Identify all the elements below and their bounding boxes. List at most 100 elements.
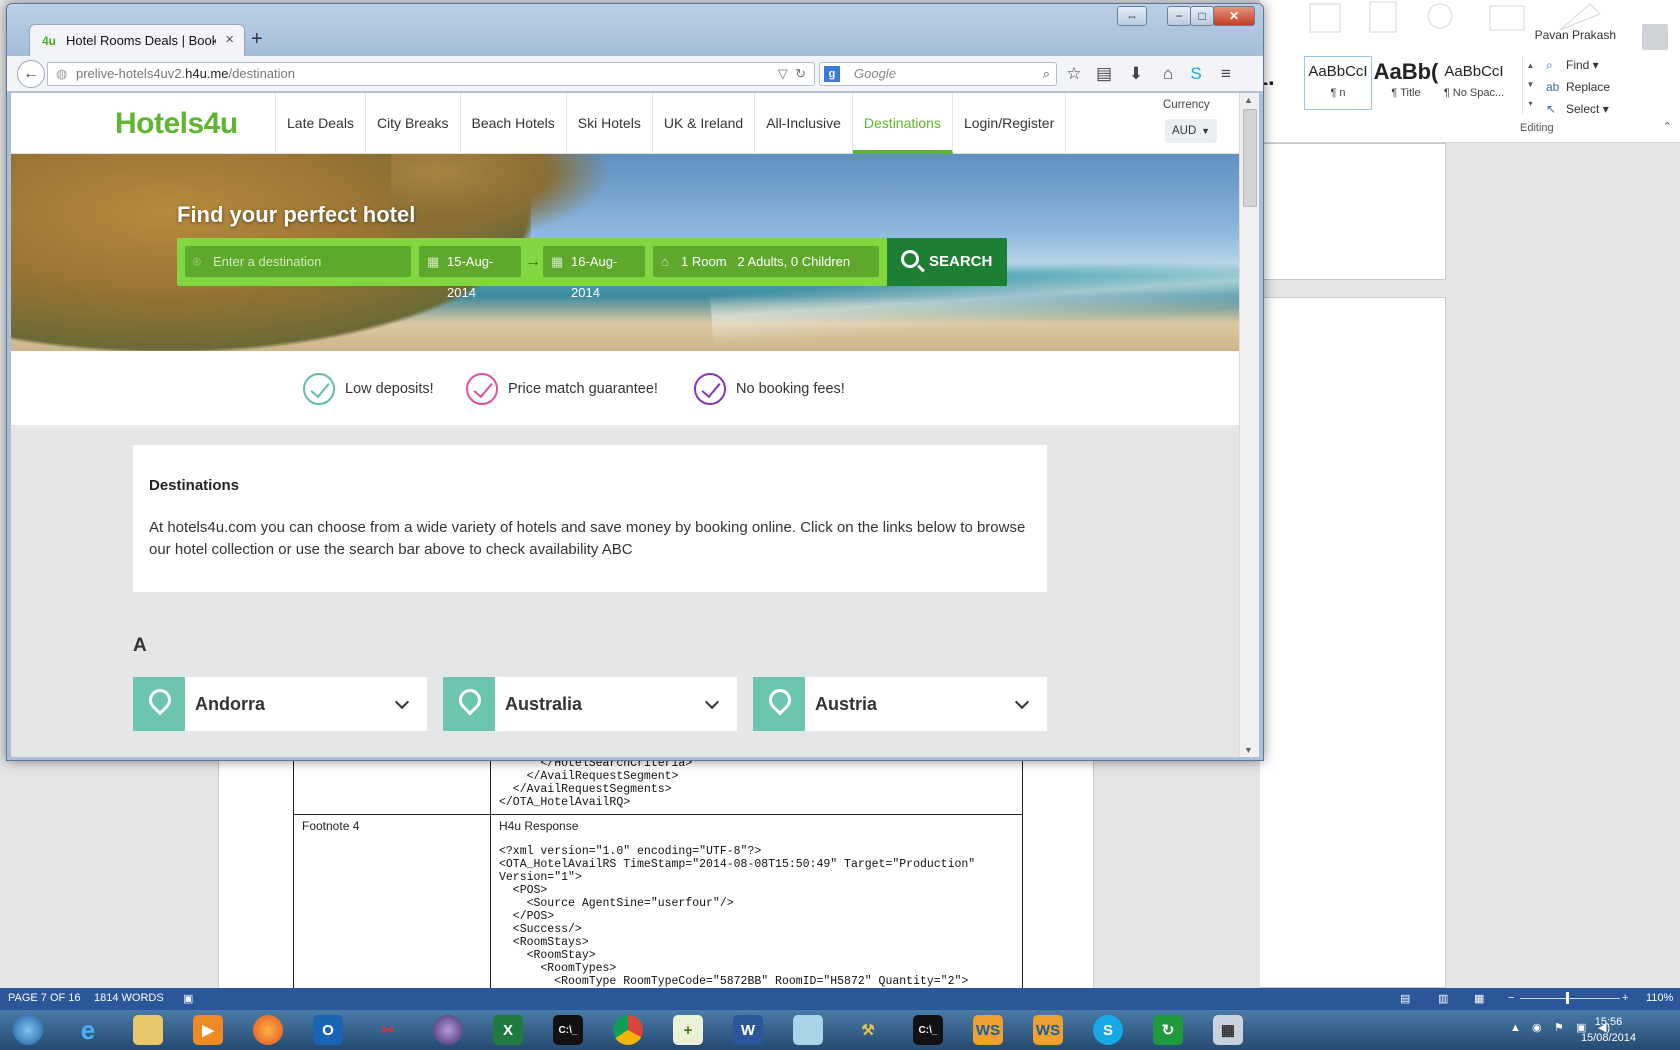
zoom-slider[interactable] [1520,998,1620,999]
binoculars-icon: ⌕ [1546,58,1553,72]
browser-tab[interactable]: 4u Hotel Rooms Deals | Book ... × [29,24,245,56]
taskbar-calculator[interactable]: ▦ [1200,1012,1256,1048]
taskbar-webstorm-1[interactable]: WS [960,1012,1016,1048]
nav-late-deals[interactable]: Late Deals [276,93,366,154]
maximize-button[interactable]: □ [1190,6,1214,26]
taskbar-outlook[interactable]: O [300,1012,356,1048]
bookmark-star-icon[interactable]: ☆ [1063,64,1085,86]
search-button[interactable]: SEARCH [887,238,1007,286]
zoom-level[interactable]: 110% [1646,992,1673,1004]
style-no-spacing[interactable]: AaBbCcI ¶ No Spac... [1440,56,1508,110]
taskbar-notepad-plus[interactable]: + [660,1012,716,1048]
read-mode-icon[interactable]: ▤ [1400,992,1410,1005]
select-button[interactable]: ↖ Select ▾ [1546,98,1666,120]
rooms-guests-selector[interactable]: ⌂ 1 Room 2 Adults, 0 Children [653,246,879,277]
skype-tray-icon[interactable]: ◉ [1532,1021,1542,1034]
taskbar-firefox[interactable] [240,1012,296,1048]
gallery-up-icon[interactable]: ▲ [1523,56,1538,75]
taskbar-snipping-tool[interactable]: ✂ [360,1012,416,1048]
country-australia[interactable]: Australia [443,677,737,731]
taskbar-skype[interactable]: S [1080,1012,1136,1048]
taskbar-media-player[interactable]: ▶ [180,1012,236,1048]
nav-city-breaks[interactable]: City Breaks [366,93,461,154]
checkin-date[interactable]: ▦ 15-Aug-2014 [419,246,521,300]
taskbar-internet-explorer[interactable]: e [60,1012,116,1048]
home-icon[interactable]: ⌂ [1157,64,1179,86]
zoom-slider-thumb[interactable] [1566,992,1569,1004]
close-window-button[interactable]: ✕ [1213,6,1255,26]
scrollbar-thumb[interactable] [1243,109,1257,207]
history-dropdown-icon[interactable]: ▽ [778,66,788,81]
find-button[interactable]: ⌕ Find ▾ [1546,54,1666,76]
scroll-down-icon[interactable]: ▼ [1244,745,1253,755]
zoom-in-icon[interactable]: + [1622,992,1628,1004]
new-tab-icon[interactable]: + [251,28,263,51]
nav-all-inclusive[interactable]: All-Inclusive [755,93,853,154]
location-pin-icon: ⌾ [193,254,201,269]
clock-time: 15:56 [1594,1016,1623,1028]
nav-uk-ireland[interactable]: UK & Ireland [653,93,756,154]
taskbar-chrome[interactable] [600,1012,656,1048]
gallery-more-icon[interactable]: ▾ [1523,94,1538,113]
address-bar[interactable]: ◍ prelive-hotels4uv2.h4u.me/destination … [47,62,815,86]
replace-button[interactable]: ab Replace [1546,76,1666,98]
bookmarks-menu-icon[interactable]: ▤ [1093,64,1115,86]
taskbar-cmd-2[interactable]: C:\_ [900,1012,956,1048]
internet-explorer-icon: e [80,1014,96,1045]
page-scrollbar[interactable]: ▲ ▼ [1239,93,1259,757]
nav-ski-hotels[interactable]: Ski Hotels [567,93,653,154]
start-button[interactable] [0,1012,56,1048]
taskbar-excel[interactable]: X [480,1012,536,1048]
flag-icon[interactable]: ⚑ [1554,1021,1564,1034]
skype-addon-icon[interactable]: S [1185,64,1207,86]
scroll-up-icon[interactable]: ▲ [1244,95,1253,105]
style-sample: AaBbCcI [1308,63,1368,80]
taskbar-sync-app[interactable]: ↻ [1140,1012,1196,1048]
account-name[interactable]: Pavan Prakash [1535,28,1616,42]
zoom-out-icon[interactable]: − [1508,992,1514,1004]
restore-size-icon[interactable]: ⇔ [1117,6,1147,26]
country-andorra[interactable]: Andorra [133,677,427,731]
currency-select[interactable]: AUD ▼ [1165,119,1217,143]
nav-beach-hotels[interactable]: Beach Hotels [461,93,567,154]
taskbar-eclipse[interactable] [420,1012,476,1048]
menu-icon[interactable]: ≡ [1215,64,1237,86]
destination-input[interactable]: ⌾ Enter a destination [185,246,411,277]
proofing-icon[interactable]: ▣ [183,992,193,1005]
minimize-button[interactable]: − [1167,6,1191,26]
print-layout-icon[interactable]: ▥ [1438,992,1448,1005]
nav-login-register[interactable]: Login/Register [953,93,1067,154]
tray-expand-icon[interactable]: ▲ [1510,1022,1521,1034]
chevron-down-icon: ▼ [1201,126,1210,136]
avatar[interactable] [1642,24,1668,50]
nav-destinations[interactable]: Destinations [852,93,953,154]
word-count[interactable]: 1814 WORDS [94,992,164,1004]
style-gallery-scroll[interactable]: ▲ ▼ ▾ [1522,56,1538,114]
taskbar-eraser-tool[interactable] [780,1012,836,1048]
taskbar-tools[interactable]: ⚒ [840,1012,896,1048]
footnote-label: Footnote 4 [302,819,360,833]
check-circle-icon [303,373,335,405]
style-normal[interactable]: AaBbCcI ¶ n [1304,56,1372,110]
close-tab-icon[interactable]: × [225,31,234,48]
url-actions: ▽ ↻ [778,63,806,85]
style-title[interactable]: AaBb( ¶ Title [1372,56,1440,110]
page-count[interactable]: PAGE 7 OF 16 [8,992,81,1004]
taskbar-file-explorer[interactable] [120,1012,176,1048]
checkout-date[interactable]: ▦ 16-Aug-2014 [543,246,645,300]
web-layout-icon[interactable]: ▦ [1474,992,1484,1005]
search-bar[interactable]: g Google ⌕ [819,62,1057,86]
collapse-ribbon-icon[interactable]: ⌃ [1663,120,1672,133]
back-button[interactable]: ← [17,60,45,88]
reload-icon[interactable]: ↻ [795,66,806,81]
notepad-plus-icon: + [673,1015,703,1045]
country-austria[interactable]: Austria [753,677,1047,731]
clock[interactable]: 15:56 15/08/2014 [1581,1014,1636,1046]
taskbar-cmd-1[interactable]: C:\_ [540,1012,596,1048]
search-icon[interactable]: ⌕ [1043,63,1050,85]
downloads-icon[interactable]: ⬇ [1125,64,1147,86]
gallery-down-icon[interactable]: ▼ [1523,75,1538,94]
site-logo[interactable]: Hotels4u [115,107,238,141]
taskbar-webstorm-2[interactable]: WS [1020,1012,1076,1048]
taskbar-word[interactable]: W [720,1012,776,1048]
